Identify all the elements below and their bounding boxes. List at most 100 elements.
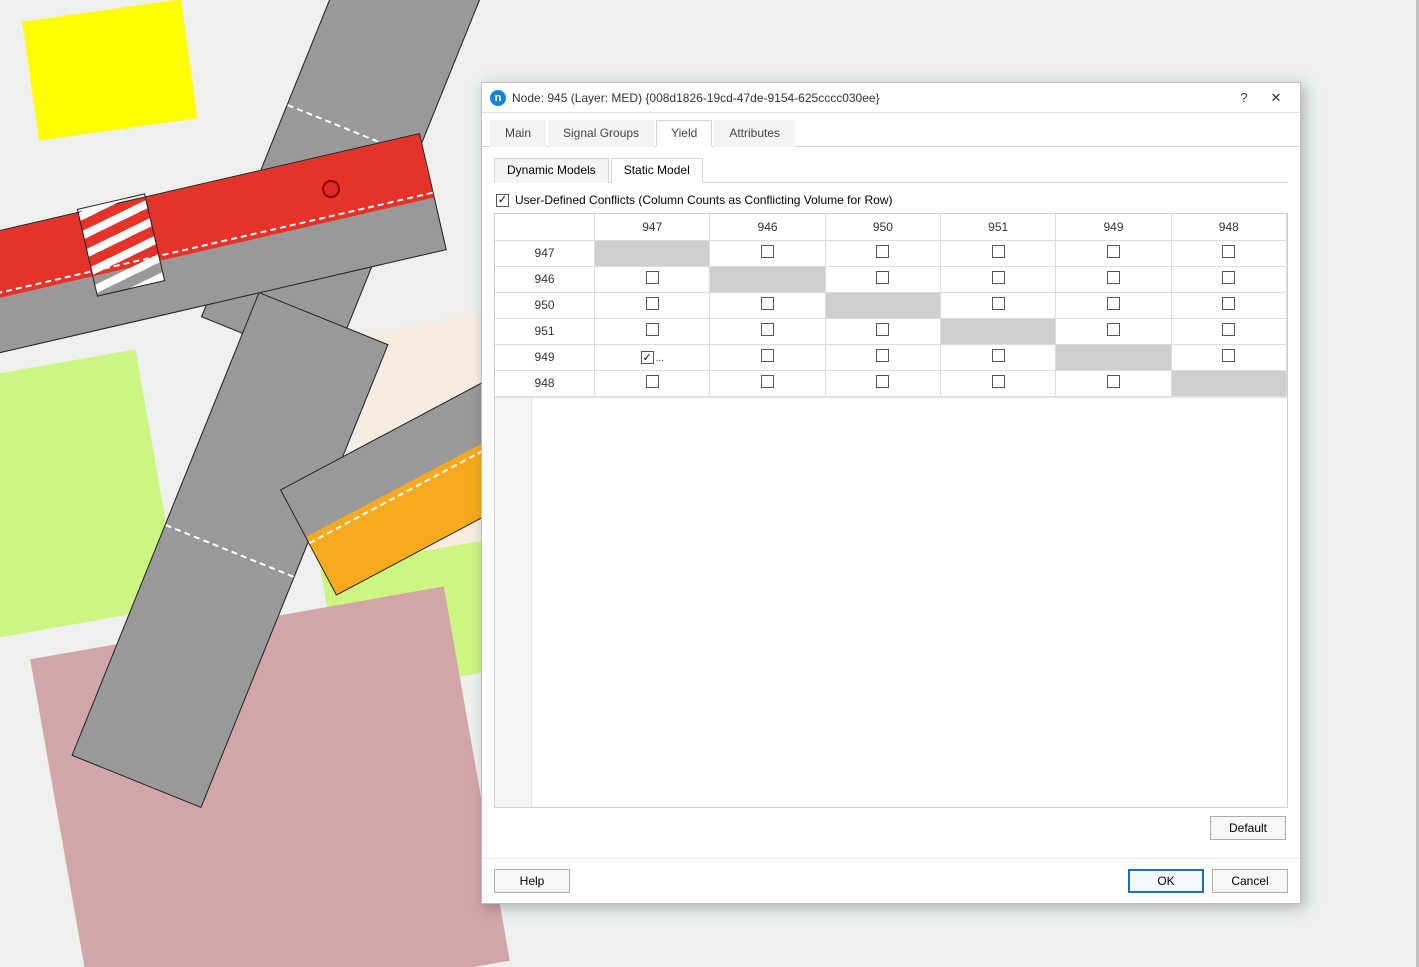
conflict-checkbox[interactable] [1107,375,1120,388]
matrix-col-header[interactable]: 948 [1171,214,1286,240]
conflict-checkbox[interactable] [761,245,774,258]
conflict-checkbox[interactable] [646,297,659,310]
matrix-cell[interactable] [595,292,710,318]
help-button[interactable]: Help [494,869,570,893]
conflict-checkbox[interactable] [1107,245,1120,258]
matrix-cell[interactable] [1171,292,1286,318]
matrix-row-header[interactable]: 949 [495,344,595,370]
conflict-checkbox[interactable] [992,245,1005,258]
tab-yield[interactable]: Yield [656,120,712,147]
matrix-cell[interactable] [1171,240,1286,266]
matrix-cell[interactable] [825,344,940,370]
tab-signal-groups[interactable]: Signal Groups [548,120,654,147]
app-icon: n [490,90,506,106]
matrix-cell[interactable] [595,370,710,396]
matrix-cell[interactable] [825,240,940,266]
cell-ellipsis: ... [656,353,664,364]
conflict-checkbox[interactable] [992,349,1005,362]
conflict-checkbox[interactable] [876,349,889,362]
node-dialog: n Node: 945 (Layer: MED) {008d1826-19cd-… [481,82,1301,904]
conflict-checkbox[interactable] [646,375,659,388]
matrix-row-header[interactable]: 946 [495,266,595,292]
matrix-cell[interactable] [710,318,825,344]
signal-indicator [322,180,340,198]
close-button[interactable]: ✕ [1260,86,1292,110]
conflict-checkbox[interactable] [1222,349,1235,362]
conflict-checkbox[interactable] [1222,271,1235,284]
matrix-cell[interactable] [825,292,940,318]
matrix-cell[interactable] [941,240,1056,266]
matrix-cell[interactable] [1171,344,1286,370]
conflict-checkbox[interactable] [876,323,889,336]
matrix-cell[interactable] [1171,370,1286,396]
matrix-cell[interactable] [1171,318,1286,344]
conflict-checkbox[interactable] [1222,245,1235,258]
matrix-col-header[interactable]: 951 [941,214,1056,240]
conflict-checkbox[interactable] [876,271,889,284]
matrix-cell[interactable] [595,240,710,266]
matrix-row-header[interactable]: 950 [495,292,595,318]
matrix-cell[interactable] [941,344,1056,370]
matrix-cell[interactable]: ... [595,344,710,370]
dialog-footer: Help OK Cancel [482,858,1300,903]
matrix-cell[interactable] [595,266,710,292]
conflict-checkbox[interactable] [761,375,774,388]
tab-main[interactable]: Main [490,120,546,147]
tab-attributes[interactable]: Attributes [714,120,795,147]
matrix-col-header[interactable]: 949 [1056,214,1171,240]
conflict-checkbox[interactable] [1222,323,1235,336]
matrix-cell[interactable] [941,266,1056,292]
conflict-checkbox[interactable] [992,297,1005,310]
matrix-cell[interactable] [595,318,710,344]
matrix-cell[interactable] [825,318,940,344]
matrix-row-header[interactable]: 947 [495,240,595,266]
map-region [22,0,197,141]
conflict-checkbox[interactable] [1107,323,1120,336]
conflict-checkbox[interactable] [1222,297,1235,310]
matrix-cell[interactable] [825,266,940,292]
dialog-title: Node: 945 (Layer: MED) {008d1826-19cd-47… [512,91,880,105]
help-titlebar-button[interactable]: ? [1228,86,1260,110]
conflict-checkbox[interactable] [761,297,774,310]
matrix-cell[interactable] [710,240,825,266]
conflict-matrix: 947946950951949948 947946950951949...948 [494,213,1288,808]
matrix-row-header[interactable]: 951 [495,318,595,344]
conflict-checkbox[interactable] [992,375,1005,388]
ok-button[interactable]: OK [1128,869,1204,893]
matrix-cell[interactable] [1056,292,1171,318]
matrix-cell[interactable] [1056,266,1171,292]
matrix-cell[interactable] [1056,344,1171,370]
matrix-row-header[interactable]: 948 [495,370,595,396]
matrix-cell[interactable] [1056,240,1171,266]
conflict-checkbox[interactable] [641,351,654,364]
matrix-cell[interactable] [941,292,1056,318]
conflict-checkbox[interactable] [1107,297,1120,310]
titlebar[interactable]: n Node: 945 (Layer: MED) {008d1826-19cd-… [482,83,1300,113]
default-button[interactable]: Default [1210,816,1286,840]
matrix-cell[interactable] [710,266,825,292]
subtab-static-model[interactable]: Static Model [611,158,703,183]
matrix-cell[interactable] [1056,318,1171,344]
conflict-checkbox[interactable] [761,349,774,362]
matrix-col-header[interactable]: 947 [595,214,710,240]
matrix-cell[interactable] [941,318,1056,344]
conflict-checkbox[interactable] [876,375,889,388]
conflict-checkbox[interactable] [992,271,1005,284]
subtab-dynamic-models[interactable]: Dynamic Models [494,158,609,183]
conflict-checkbox[interactable] [646,323,659,336]
matrix-cell[interactable] [710,344,825,370]
conflict-checkbox[interactable] [761,323,774,336]
matrix-cell[interactable] [1056,370,1171,396]
cancel-button[interactable]: Cancel [1212,869,1288,893]
conflict-checkbox[interactable] [1107,271,1120,284]
matrix-cell[interactable] [1171,266,1286,292]
matrix-cell[interactable] [710,292,825,318]
matrix-cell[interactable] [941,370,1056,396]
conflict-checkbox[interactable] [876,245,889,258]
matrix-col-header[interactable]: 946 [710,214,825,240]
user-defined-conflicts-checkbox[interactable] [496,194,509,207]
conflict-checkbox[interactable] [646,271,659,284]
matrix-cell[interactable] [710,370,825,396]
matrix-cell[interactable] [825,370,940,396]
matrix-col-header[interactable]: 950 [825,214,940,240]
